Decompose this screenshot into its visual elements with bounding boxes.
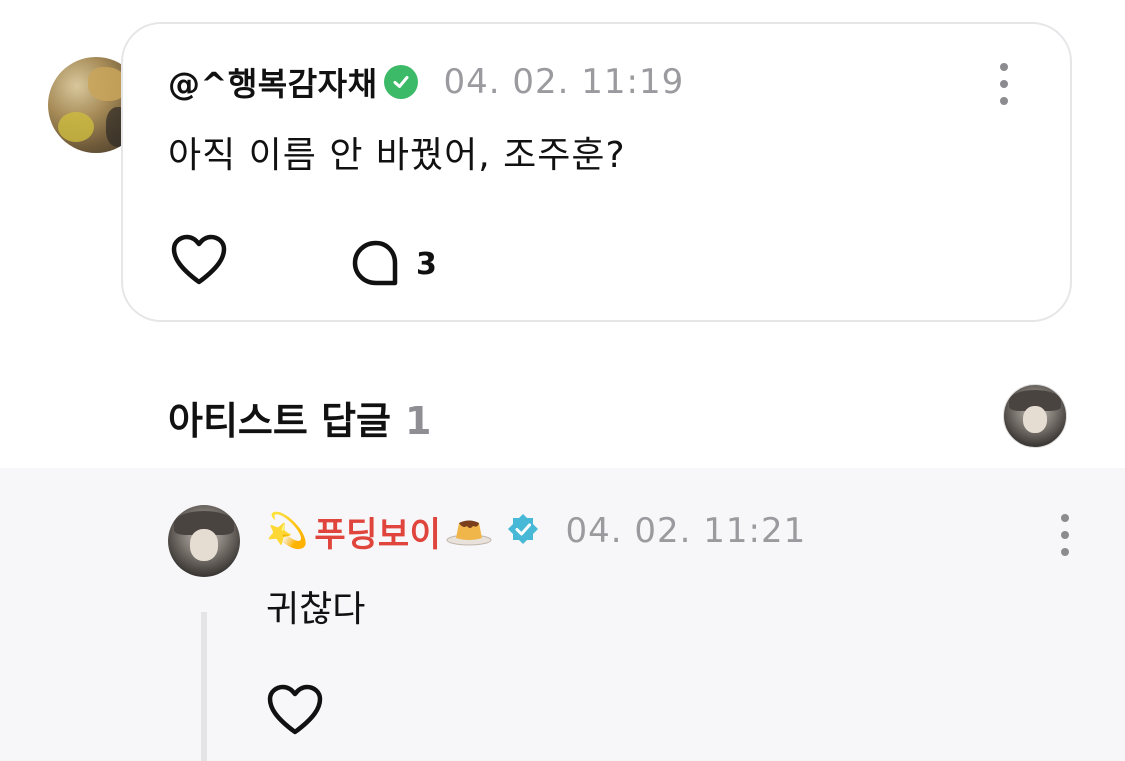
- comment-thread-page: @^행복감자채 04. 02. 11:19 아직 이름 안 바꿨어, 조주훈? …: [0, 0, 1125, 761]
- comment-author-name[interactable]: @^행복감자채: [168, 59, 378, 105]
- like-heart-icon[interactable]: [170, 234, 228, 290]
- reply-like-heart-icon[interactable]: [266, 684, 324, 740]
- pudding-icon: [445, 511, 493, 551]
- verified-badge-icon: [507, 513, 539, 549]
- thread-line: [201, 612, 207, 761]
- reply-author-name[interactable]: 푸딩보이: [314, 507, 441, 556]
- artist-replies-header: 아티스트 답글 1: [168, 390, 431, 445]
- artist-avatar-small[interactable]: [1003, 384, 1067, 448]
- comment-timestamp: 04. 02. 11:19: [443, 62, 685, 102]
- artist-replies-title: 아티스트 답글: [168, 399, 391, 443]
- artist-replies-count: 1: [405, 399, 432, 443]
- verified-check-icon: [383, 65, 418, 99]
- dizzy-star-icon: 💫: [266, 511, 309, 551]
- reply-timestamp: 04. 02. 11:21: [565, 511, 807, 551]
- reply-count-button[interactable]: 3: [350, 238, 437, 290]
- reply-count: 3: [416, 246, 437, 282]
- reply-header: 💫 푸딩보이 04. 02. 11:21: [266, 506, 806, 556]
- reply-text: 귀찮다: [266, 589, 366, 630]
- speech-bubble-icon: [352, 240, 398, 286]
- artist-avatar[interactable]: [168, 505, 240, 577]
- reply-more-options-icon[interactable]: [1060, 514, 1070, 556]
- more-options-icon[interactable]: [999, 63, 1009, 105]
- comment-header: @^행복감자채 04. 02. 11:19: [168, 58, 684, 106]
- comment-text: 아직 이름 안 바꿨어, 조주훈?: [168, 135, 626, 176]
